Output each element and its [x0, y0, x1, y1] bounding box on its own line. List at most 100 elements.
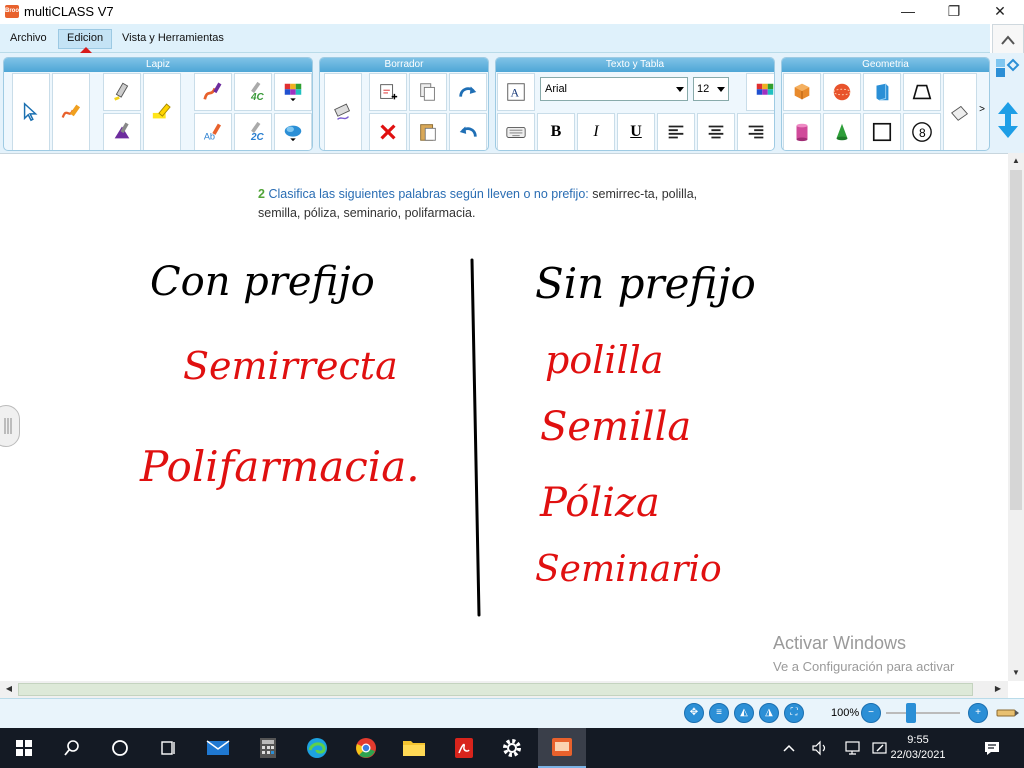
eraser-tool[interactable] [324, 73, 362, 150]
edge-app[interactable] [293, 728, 341, 768]
vertical-move-button[interactable] [996, 100, 1020, 140]
scroll-up-arrow[interactable]: ▲ [1008, 153, 1024, 169]
menu-vista-herramientas[interactable]: Vista y Herramientas [114, 30, 232, 48]
network-button[interactable] [838, 728, 868, 768]
trapezoid-shape-tool[interactable] [903, 73, 941, 111]
clock-time: 9:55 [907, 734, 929, 746]
cloud-tool-button[interactable] [274, 113, 312, 150]
left-column-header: Con prefijo [150, 259, 375, 305]
underline-button[interactable]: U [617, 113, 655, 150]
acrobat-app[interactable] [440, 728, 488, 768]
redo-icon [459, 86, 477, 97]
mail-app[interactable] [194, 728, 242, 768]
brush-tool[interactable] [194, 73, 232, 111]
zoom-out-button[interactable]: − [861, 703, 881, 723]
text-box-tool[interactable]: A [497, 73, 535, 111]
yellow-highlighter-tool[interactable] [143, 73, 181, 150]
font-size-select[interactable]: 12 [693, 77, 729, 101]
paste-button[interactable] [409, 113, 447, 150]
menu-edicion[interactable]: Edicion [58, 29, 113, 49]
delete-button[interactable] [369, 113, 407, 150]
layout-toggle-button[interactable] [994, 57, 1020, 81]
notifications-button[interactable] [972, 728, 1012, 768]
settings-app[interactable] [488, 728, 536, 768]
menu-archivo[interactable]: Archivo [2, 30, 55, 48]
fullscreen-button[interactable]: ⛶ [784, 703, 804, 723]
scroll-left-arrow[interactable]: ◀ [1, 681, 17, 697]
zoom-slider-thumb[interactable] [906, 703, 916, 723]
italic-icon: I [593, 123, 599, 140]
group-geometria: Geometria 8 > [781, 57, 990, 151]
highlighter-tool[interactable] [103, 73, 141, 111]
sphere-shape-tool[interactable] [823, 73, 861, 111]
align-left-button[interactable] [657, 113, 695, 150]
redo-button[interactable] [449, 73, 487, 111]
task-view-button[interactable] [144, 728, 192, 768]
cortana-button[interactable] [96, 728, 144, 768]
move-tool-button[interactable]: ✥ [684, 703, 704, 723]
chrome-app[interactable] [342, 728, 390, 768]
multiclass-app[interactable] [538, 728, 586, 768]
horizontal-scroll-thumb[interactable] [18, 683, 973, 696]
two-color-pen-tool[interactable]: 2C [234, 113, 272, 150]
maximize-button[interactable]: ❐ [931, 0, 977, 24]
ribbon-more-button[interactable]: > [976, 104, 988, 115]
pen-tool[interactable] [52, 73, 90, 150]
italic-button[interactable]: I [577, 113, 615, 150]
scroll-right-arrow[interactable]: ▶ [990, 681, 1006, 697]
keyboard-button[interactable] [497, 113, 535, 150]
zoom-slider[interactable] [886, 712, 960, 714]
volume-button[interactable] [806, 728, 834, 768]
cloud-icon [284, 125, 302, 142]
start-button[interactable] [0, 728, 48, 768]
undo-button[interactable] [449, 113, 487, 150]
copy-button[interactable] [409, 73, 447, 111]
highlighter-icon [152, 103, 171, 119]
clear-page-button[interactable] [369, 73, 407, 111]
text-pen-tool[interactable]: Ab [194, 113, 232, 150]
align-right-button[interactable] [737, 113, 774, 150]
collapse-ribbon-button[interactable] [992, 24, 1024, 54]
title-bar [0, 0, 1024, 24]
file-explorer-app[interactable] [390, 728, 438, 768]
geometry-tools-button[interactable] [943, 73, 977, 150]
color-grid-icon [756, 83, 774, 95]
cylinder-shape-tool[interactable] [783, 113, 821, 150]
page-list-button[interactable]: ≡ [709, 703, 729, 723]
pen-width-button[interactable] [994, 706, 1020, 720]
previous-page-button[interactable]: ◭ [734, 703, 754, 723]
speaker-icon [812, 740, 826, 756]
align-right-icon [748, 125, 764, 139]
vertical-scroll-thumb[interactable] [1010, 170, 1022, 510]
text-box-icon: A [507, 83, 525, 101]
shape-pen-tool[interactable] [103, 113, 141, 150]
font-family-select[interactable]: Arial [540, 77, 688, 101]
align-center-button[interactable] [697, 113, 735, 150]
brush-icon [203, 82, 222, 100]
color-palette-button[interactable] [274, 73, 312, 111]
minimize-button[interactable]: — [885, 0, 931, 24]
cone-shape-tool[interactable] [823, 113, 861, 150]
underline-icon: U [630, 123, 642, 140]
task-view-icon [161, 741, 175, 755]
select-tool[interactable] [12, 73, 50, 150]
cube-shape-tool[interactable] [783, 73, 821, 111]
close-button[interactable]: ✕ [977, 0, 1023, 24]
pencil-icon [996, 709, 1019, 717]
octagon-shape-tool[interactable]: 8 [903, 113, 941, 150]
pen-stroke-icon [61, 104, 81, 118]
side-drawer-handle[interactable] [0, 405, 20, 447]
bold-button[interactable]: B [537, 113, 575, 150]
show-hidden-icons-button[interactable] [778, 728, 800, 768]
taskbar-clock[interactable]: 9:55 22/03/2021 [888, 733, 948, 763]
zoom-in-button[interactable]: + [968, 703, 988, 723]
search-button[interactable] [48, 728, 96, 768]
prism-shape-tool[interactable] [863, 73, 901, 111]
text-color-button[interactable] [746, 73, 774, 111]
scroll-down-arrow[interactable]: ▼ [1008, 665, 1024, 681]
calculator-app[interactable] [244, 728, 292, 768]
next-page-button[interactable]: ◮ [759, 703, 779, 723]
square-shape-tool[interactable] [863, 113, 901, 150]
four-color-pen-tool[interactable]: 4C [234, 73, 272, 111]
word-semilla: Semilla [540, 404, 691, 450]
